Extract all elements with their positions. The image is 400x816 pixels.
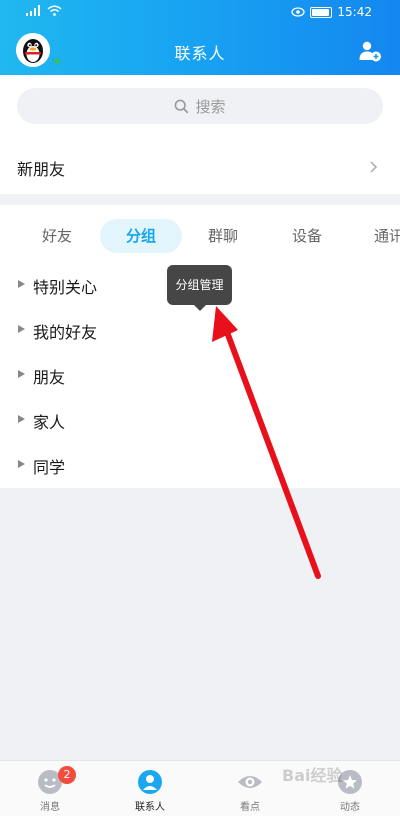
- app-header: 15:42 联系人: [0, 0, 400, 75]
- tab-groups[interactable]: 分组: [100, 219, 182, 253]
- group-row-family[interactable]: 家人: [0, 398, 400, 443]
- group-management-tooltip[interactable]: 分组管理: [167, 265, 232, 311]
- group-label: 我的好友: [33, 323, 98, 342]
- chevron-right-icon: [370, 161, 378, 173]
- expand-arrow-icon: [18, 415, 25, 423]
- expand-arrow-icon: [18, 325, 25, 333]
- tab-friends[interactable]: 好友: [22, 219, 92, 253]
- group-row-classmates[interactable]: 同学: [0, 443, 400, 488]
- group-label: 朋友: [33, 368, 66, 387]
- new-friends-row[interactable]: 新朋友: [0, 143, 400, 193]
- expand-arrow-icon: [18, 460, 25, 468]
- watermark: Bai经验: [282, 766, 343, 785]
- search-panel: 搜索 新朋友: [0, 75, 400, 194]
- tab-devices[interactable]: 设备: [272, 219, 342, 253]
- add-friend-icon[interactable]: [358, 39, 382, 63]
- group-row-friends[interactable]: 朋友: [0, 353, 400, 398]
- search-placeholder: 搜索: [195, 97, 226, 116]
- new-friends-label: 新朋友: [17, 160, 66, 179]
- expand-arrow-icon: [18, 370, 25, 378]
- wifi-icon: [47, 5, 62, 16]
- search-input[interactable]: 搜索: [17, 88, 383, 124]
- group-row-my-friends[interactable]: 我的好友: [0, 308, 400, 353]
- group-label: 特别关心: [33, 278, 98, 297]
- group-label: 家人: [33, 413, 66, 432]
- eye-icon: [238, 776, 262, 788]
- expand-arrow-icon: [18, 280, 25, 288]
- contacts-tabs: 好友 分组 群聊 设备 通讯: [0, 219, 400, 253]
- status-time: 15:42: [337, 5, 372, 19]
- nav-label: 消息: [40, 802, 60, 813]
- nav-label: 联系人: [135, 802, 165, 813]
- contacts-panel: 好友 分组 群聊 设备 通讯 特别关心 我的好友 朋友 家人 同学: [0, 205, 400, 488]
- battery-icon: [310, 6, 333, 18]
- nav-messages[interactable]: 2 消息: [0, 761, 100, 816]
- eye-icon: [291, 7, 306, 17]
- contacts-icon: [138, 770, 162, 794]
- group-label: 同学: [33, 458, 66, 477]
- page-title: 联系人: [174, 44, 226, 63]
- nav-contacts[interactable]: 联系人: [100, 761, 200, 816]
- tab-address-book[interactable]: 通讯: [360, 219, 400, 253]
- tab-group-chats[interactable]: 群聊: [188, 219, 258, 253]
- status-bar: 15:42: [0, 0, 400, 26]
- search-icon: [175, 99, 189, 113]
- signal-icon: [26, 5, 40, 16]
- unread-badge: 2: [58, 766, 76, 784]
